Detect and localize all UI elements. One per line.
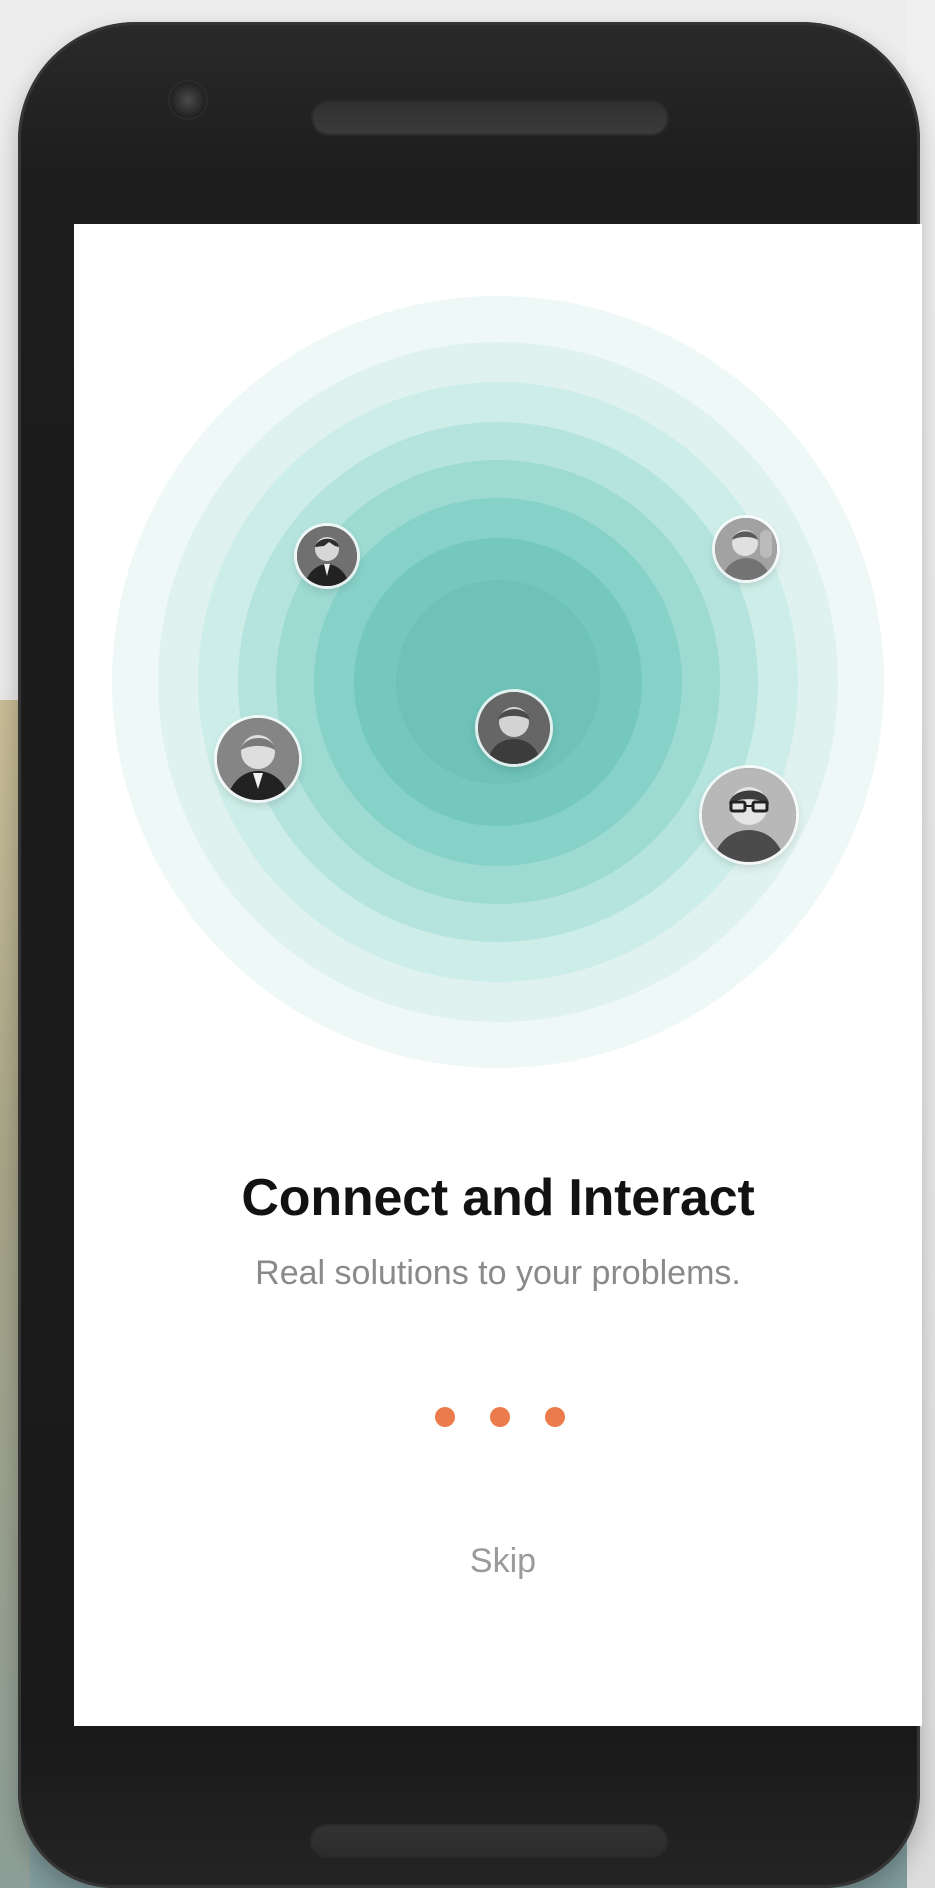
camera-icon [170,82,206,118]
app-screen: Connect and Interact Real solutions to y… [74,224,922,1726]
page-dot-2[interactable] [490,1407,510,1427]
page-dot-3[interactable] [545,1407,565,1427]
top-speaker [311,100,669,136]
page-title: Connect and Interact [241,1169,755,1227]
page-dot-1[interactable] [435,1407,455,1427]
page-subtitle: Real solutions to your problems. [255,1254,741,1292]
pagination-dots [435,1405,565,1429]
onboarding-content: Connect and Interact Real solutions to y… [74,224,922,1726]
phone-mockup: Connect and Interact Real solutions to y… [18,22,922,1888]
skip-button[interactable]: Skip [448,1542,558,1581]
bottom-speaker [310,1824,668,1858]
